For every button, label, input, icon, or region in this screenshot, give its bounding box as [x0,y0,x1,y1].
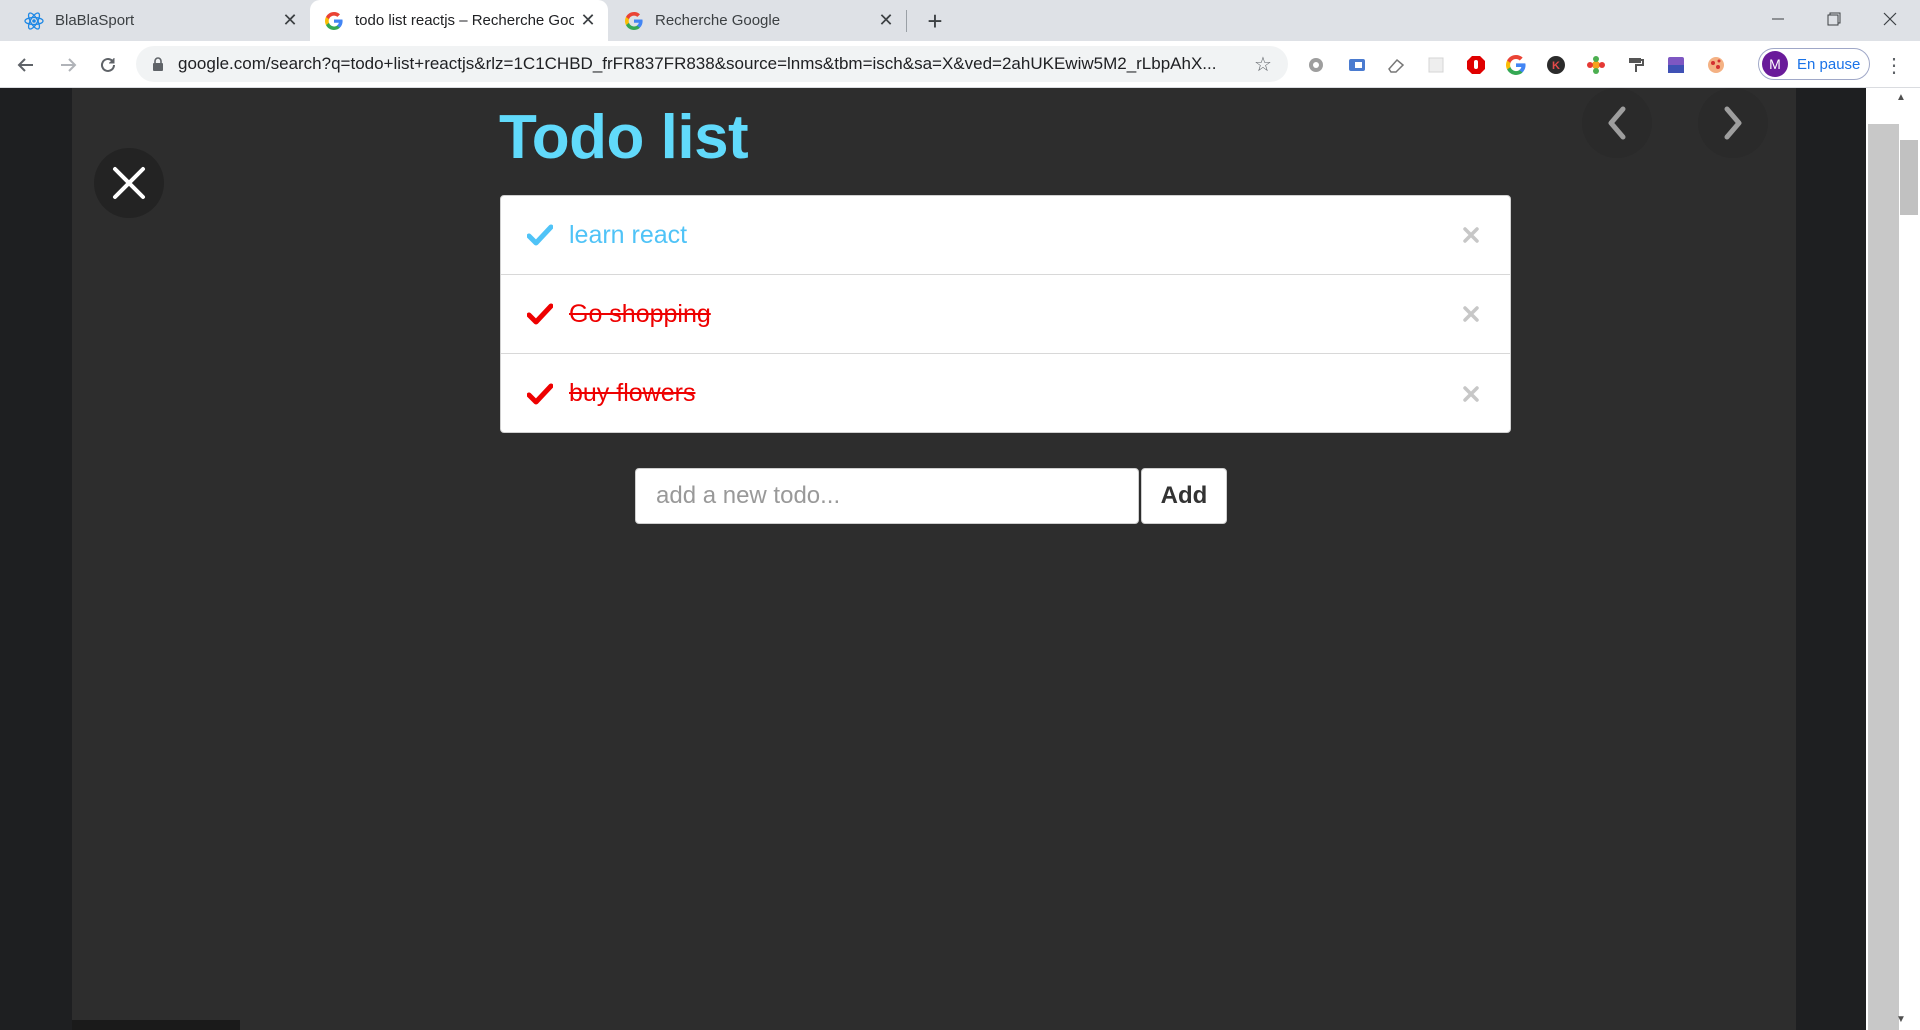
add-button[interactable]: Add [1141,468,1227,524]
pizza-extension-icon[interactable] [1704,53,1728,77]
close-tab-icon[interactable]: ✕ [574,7,602,35]
avatar: M [1762,51,1788,77]
close-icon [113,167,145,199]
scrollbar-thumb[interactable] [1900,140,1918,215]
restore-button[interactable] [1806,0,1861,37]
tab-title: todo list reactjs – Recherche Goo [355,12,574,29]
todo-text: Go shopping [569,299,711,328]
blank-extension-icon[interactable] [1424,53,1448,77]
new-tab-button[interactable]: + [920,6,950,36]
chevron-left-icon [1608,106,1626,140]
eraser-extension-icon[interactable] [1384,53,1408,77]
forward-button[interactable] [52,49,84,81]
browser-toolbar: google.com/search?q=todo+list+reactjs&rl… [0,41,1920,88]
tab-todo-search[interactable]: todo list reactjs – Recherche Goo ✕ [310,0,608,41]
scroll-down-icon[interactable]: ▼ [1896,1014,1906,1025]
tab-separator [906,10,907,32]
page-title: Todo list [499,103,749,172]
lock-icon [152,57,166,71]
list-item[interactable]: Go shopping [501,275,1510,354]
preview-image: Todo list learn react Go shopping buy fl… [72,88,1796,1030]
close-viewer-button[interactable] [94,148,164,218]
url-text: google.com/search?q=todo+list+reactjs&rl… [178,54,1217,73]
new-todo-input[interactable] [635,468,1139,524]
tab-recherche-google[interactable]: Recherche Google ✕ [608,0,906,41]
delete-icon[interactable] [1456,299,1486,329]
checkmark-icon[interactable] [525,220,555,250]
checkmark-icon[interactable] [525,379,555,409]
image-viewer-overlay: Todo list learn react Go shopping buy fl… [0,88,1866,1030]
google-icon [624,11,644,31]
chevron-right-icon [1724,106,1742,140]
adblock-extension-icon[interactable] [1464,53,1488,77]
close-window-button[interactable] [1862,0,1917,37]
scrollbar[interactable] [1868,124,1899,1030]
delete-icon[interactable] [1456,379,1486,409]
svg-text:K: K [1552,60,1560,72]
todo-text: buy flowers [569,379,696,407]
todo-text: learn react [569,220,688,249]
k-extension-icon[interactable]: K [1544,53,1568,77]
google-icon [324,11,344,31]
tab-title: BlaBlaSport [55,12,135,29]
checkmark-icon[interactable] [525,299,555,329]
tab-bar: BlaBlaSport ✕ todo list reactjs – Recher… [0,0,1920,41]
back-arrow-icon [17,58,33,72]
address-bar[interactable]: google.com/search?q=todo+list+reactjs&rl… [136,46,1288,82]
todo-list: learn react Go shopping buy flowers [500,195,1511,433]
react-icon [24,11,44,31]
close-tab-icon[interactable]: ✕ [276,7,304,35]
close-tab-icon[interactable]: ✕ [872,7,900,35]
back-button[interactable] [10,49,42,81]
profile-button[interactable]: M En pause [1758,48,1870,80]
reload-icon [101,57,115,72]
profile-status: En pause [1797,55,1861,73]
previous-image-button[interactable] [1582,88,1652,158]
google-extension-icon[interactable] [1504,53,1528,77]
browser-menu-icon[interactable]: ⋮ [1880,51,1908,79]
image-caption-bar [72,1020,240,1030]
list-item[interactable]: learn react [501,196,1510,275]
list-item[interactable]: buy flowers [501,354,1510,433]
paint-roller-extension-icon[interactable] [1624,53,1648,77]
delete-icon[interactable] [1456,220,1486,250]
tab-title: Recherche Google [655,12,781,29]
scroll-up-icon[interactable]: ▲ [1896,92,1906,103]
minimize-button[interactable] [1750,0,1805,37]
next-image-button[interactable] [1698,88,1768,158]
flower-extension-icon[interactable] [1584,53,1608,77]
tab-blablasport[interactable]: BlaBlaSport ✕ [0,0,310,41]
forward-arrow-icon [61,58,77,72]
translate-extension-icon[interactable] [1345,53,1369,77]
bookmark-star-icon[interactable]: ☆ [1248,52,1278,77]
gear-extension-icon[interactable] [1304,53,1328,77]
purple-square-extension-icon[interactable] [1664,53,1688,77]
reload-button[interactable] [92,49,124,81]
